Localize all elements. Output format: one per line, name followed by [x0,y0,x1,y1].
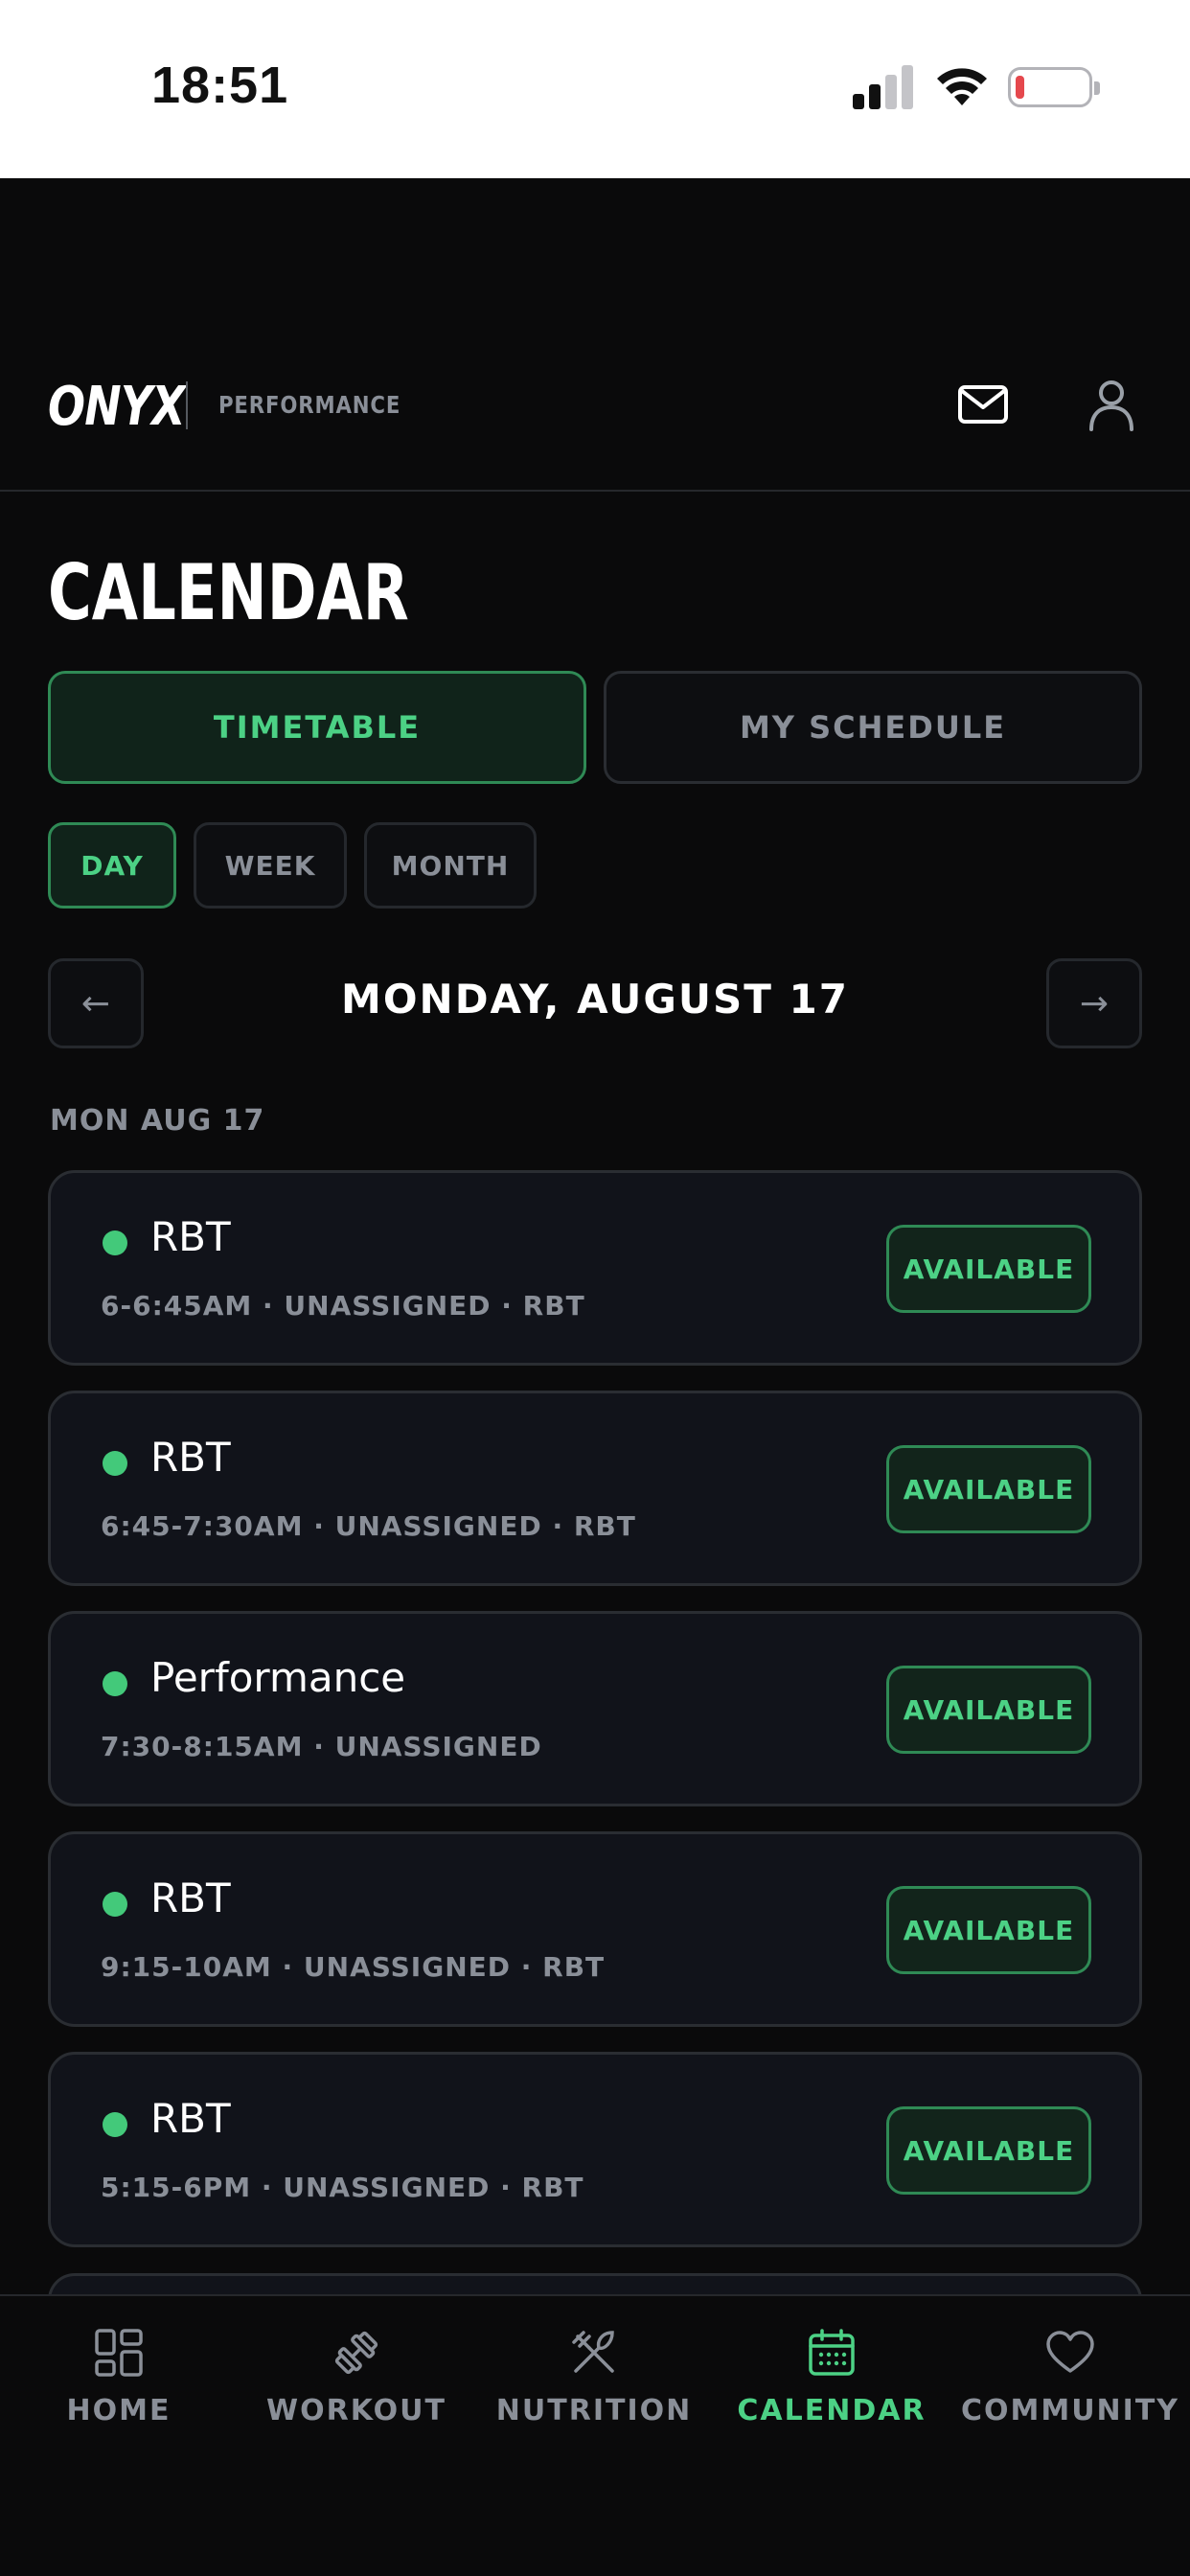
tab-community[interactable]: COMMUNITY [950,2327,1190,2451]
tab-nutrition[interactable]: NUTRITION [475,2327,713,2451]
mail-icon[interactable] [954,376,1012,433]
brand-subtitle: PERFORMANCE [218,391,401,419]
utensils-icon [572,2331,614,2373]
tab-home[interactable]: HOME [0,2327,238,2451]
session-meta: 6-6:45AM · UNASSIGNED · RBT [101,1290,585,1322]
page-title: CALENDAR [48,548,409,637]
tab-label: HOME [66,2394,172,2427]
battery-icon [1008,67,1100,107]
status-dot [103,2112,127,2137]
day-label: MON AUG 17 [50,1104,265,1138]
available-button[interactable]: AVAILABLE [886,1886,1091,1974]
tab-calendar[interactable]: CALENDAR [713,2327,950,2451]
available-button[interactable]: AVAILABLE [886,1445,1091,1533]
view-day-button[interactable]: DAY [48,822,176,908]
session-card[interactable]: Performance 7:30-8:15AM · UNASSIGNED AVA… [48,1611,1142,1806]
tab-label: CALENDAR [737,2394,927,2427]
session-meta: 6:45-7:30AM · UNASSIGNED · RBT [101,1510,636,1542]
tab-label: NUTRITION [495,2394,693,2427]
session-card[interactable]: RBT 6-6:45AM · UNASSIGNED · RBT AVAILABL… [48,1170,1142,1366]
session-title: RBT [150,1874,231,1921]
session-title: RBT [150,1213,231,1260]
tab-timetable[interactable]: TIMETABLE [48,671,586,784]
status-dot [103,1671,127,1696]
available-button[interactable]: AVAILABLE [886,1225,1091,1313]
session-card[interactable]: RBT 6:45-7:30AM · UNASSIGNED · RBT AVAIL… [48,1391,1142,1586]
status-bar: 18:51 [0,0,1190,178]
wifi-icon [937,68,987,105]
app-header: ONYX PERFORMANCE [0,178,1190,492]
session-meta: 9:15-10AM · UNASSIGNED · RBT [101,1951,606,1983]
session-card[interactable]: RBT 5:15-6PM · UNASSIGNED · RBT AVAILABL… [48,2052,1142,2247]
heart-icon [1046,2331,1094,2373]
prev-day-button[interactable]: ← [48,958,144,1048]
view-week-button[interactable]: WEEK [194,822,347,908]
cellular-signal-icon [853,65,914,109]
calendar-icon [809,2329,855,2376]
view-month-button[interactable]: MONTH [364,822,537,908]
brand-logo: ONYX [48,376,186,438]
status-dot [103,1892,127,1917]
session-title: RBT [150,1434,231,1481]
dumbbell-icon [334,2331,378,2375]
session-title: Performance [150,1654,406,1701]
tab-my-schedule[interactable]: MY SCHEDULE [604,671,1142,784]
session-meta: 5:15-6PM · UNASSIGNED · RBT [101,2172,584,2203]
available-button[interactable]: AVAILABLE [886,2106,1091,2195]
tab-workout[interactable]: WORKOUT [238,2327,475,2451]
status-dot [103,1451,127,1476]
status-time: 18:51 [151,57,289,114]
user-icon[interactable] [1083,376,1140,433]
date-heading: MONDAY, AUGUST 17 [341,976,849,1023]
grid-icon [95,2329,143,2377]
logo-divider [186,381,188,429]
tab-label: WORKOUT [266,2394,446,2427]
session-meta: 7:30-8:15AM · UNASSIGNED [101,1731,542,1762]
session-title: RBT [150,2095,231,2142]
tab-label: COMMUNITY [960,2394,1180,2427]
next-day-button[interactable]: → [1046,958,1142,1048]
status-dot [103,1230,127,1255]
session-card[interactable]: RBT 9:15-10AM · UNASSIGNED · RBT AVAILAB… [48,1831,1142,2027]
available-button[interactable]: AVAILABLE [886,1666,1091,1754]
